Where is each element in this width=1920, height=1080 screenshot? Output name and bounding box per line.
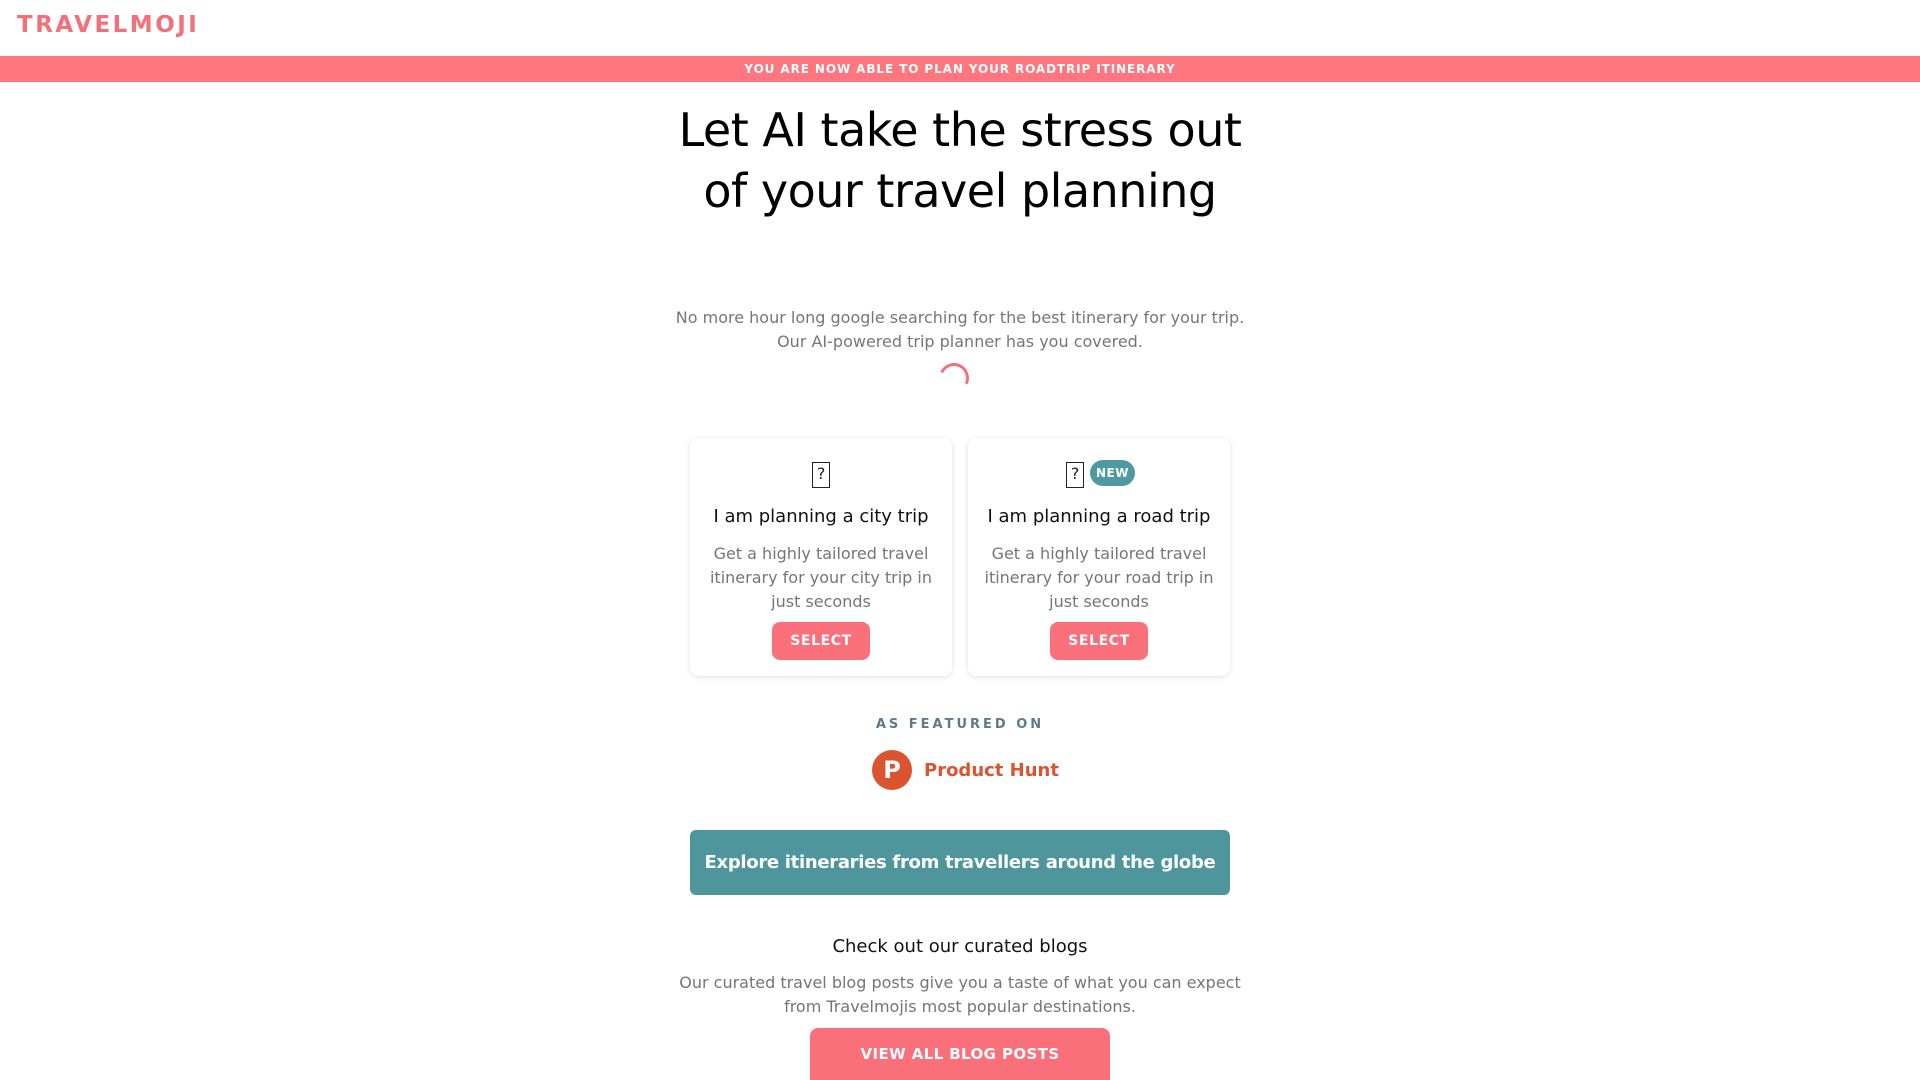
explore-itineraries-button[interactable]: Explore itineraries from travellers arou…: [690, 830, 1230, 895]
city-trip-title: I am planning a city trip: [713, 506, 929, 527]
product-hunt-name: Product Hunt: [924, 759, 1059, 781]
road-trip-title: I am planning a road trip: [987, 506, 1211, 527]
top-navigation-bar: TRAVELMOJI: [0, 0, 1920, 56]
view-all-blog-posts-button[interactable]: VIEW ALL BLOG POSTS: [810, 1028, 1110, 1080]
hero-subtitle: No more hour long google searching for t…: [640, 306, 1280, 354]
blogs-description-line-2: from Travelmojis most popular destinatio…: [784, 997, 1136, 1016]
hero-subtitle-line-1: No more hour long google searching for t…: [675, 308, 1245, 327]
new-badge: NEW: [1090, 460, 1135, 486]
blogs-description-line-1: Our curated travel blog posts give you a…: [679, 973, 1241, 992]
hero-subtitle-line-2: Our AI-powered trip planner has you cove…: [777, 332, 1143, 351]
as-featured-on-label: AS FEATURED ON: [875, 717, 1045, 732]
road-trip-description: Get a highly tailored travel itinerary f…: [984, 544, 1214, 611]
product-hunt-icon: P: [872, 750, 912, 790]
city-trip-description: Get a highly tailored travel itinerary f…: [709, 544, 932, 611]
travelmoji-logo[interactable]: TRAVELMOJI: [17, 12, 199, 38]
road-trip-icon: ?: [1066, 462, 1084, 488]
road-trip-card[interactable]: ? NEW I am planning a road trip Get a hi…: [968, 438, 1230, 676]
product-hunt-link[interactable]: P Product Hunt: [872, 749, 1059, 791]
select-road-trip-button[interactable]: SELECT: [1050, 622, 1148, 660]
loading-spinner-icon: [934, 358, 974, 398]
blogs-section-title: Check out our curated blogs: [832, 936, 1088, 957]
announcement-banner: YOU ARE NOW ABLE TO PLAN YOUR ROADTRIP I…: [0, 56, 1920, 82]
city-trip-card[interactable]: ? I am planning a city trip Get a highly…: [690, 438, 952, 676]
city-trip-icon: ?: [812, 462, 830, 488]
hero-title: Let AI take the stress out of your trave…: [678, 103, 1242, 218]
select-city-trip-button[interactable]: SELECT: [772, 622, 870, 660]
blogs-section-description: Our curated travel blog posts give you a…: [660, 971, 1260, 1019]
